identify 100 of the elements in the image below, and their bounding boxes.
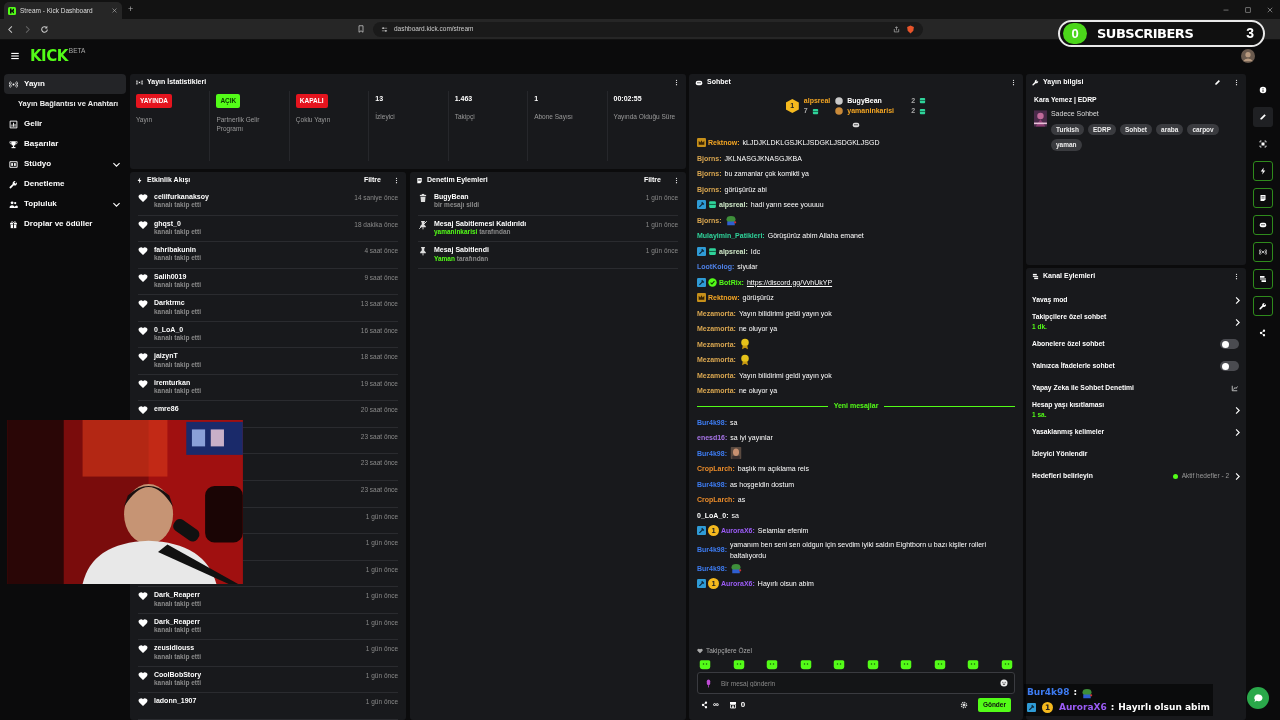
separator-text: : — [1073, 686, 1078, 699]
emote-icon[interactable] — [799, 658, 812, 670]
heart-icon — [138, 617, 148, 628]
edit-icon[interactable] — [1214, 79, 1221, 86]
chart-icon[interactable] — [1231, 384, 1239, 392]
people-icon — [9, 199, 18, 209]
sidebar-item[interactable]: Droplar ve ödüller — [4, 214, 126, 234]
rail-button[interactable] — [1253, 215, 1273, 235]
close-icon[interactable] — [1266, 5, 1274, 14]
heart-icon — [138, 697, 148, 708]
toggle-switch[interactable] — [1220, 361, 1239, 371]
chevron-right-icon[interactable] — [1233, 471, 1242, 481]
sidebar-item[interactable]: Yayın — [4, 74, 126, 94]
bolt-icon — [1259, 167, 1267, 175]
frog-icon — [1081, 686, 1094, 699]
nodes-icon — [1259, 329, 1267, 337]
broadcast-icon — [9, 79, 18, 89]
site-settings-icon[interactable] — [381, 25, 388, 33]
rail-button[interactable] — [1253, 188, 1273, 208]
menu-icon[interactable] — [10, 51, 20, 61]
emote-icon[interactable] — [967, 658, 980, 670]
new-tab-button[interactable]: + — [128, 2, 134, 17]
sidebar-item[interactable]: Topluluk — [4, 194, 126, 214]
info-icon — [1259, 86, 1267, 94]
sidebar-item[interactable]: Denetleme — [4, 174, 126, 194]
moderator-icon — [697, 277, 706, 287]
rail-button[interactable] — [1253, 107, 1273, 127]
rail-button[interactable] — [1253, 242, 1273, 262]
emoji-icon[interactable] — [1000, 679, 1008, 687]
heart-icon — [138, 219, 148, 230]
sidebar-item[interactable]: Stüdyo — [4, 154, 126, 174]
moderator-icon — [697, 200, 706, 210]
emote-icon[interactable] — [699, 658, 711, 670]
edit-icon — [1259, 113, 1267, 121]
gift-icon — [919, 97, 927, 105]
gift-icon — [708, 200, 717, 210]
heart-icon — [138, 644, 148, 655]
collapse-icon[interactable] — [852, 121, 860, 129]
focus-icon — [1259, 140, 1267, 148]
crown-icon — [697, 293, 706, 303]
sidebar-item[interactable]: Başarılar — [4, 134, 126, 154]
studio-icon — [9, 159, 18, 169]
shield-icon[interactable] — [906, 24, 915, 34]
moderator-icon — [697, 579, 706, 589]
sidebar-item[interactable]: Gelir — [4, 114, 126, 134]
status-dot — [1172, 473, 1178, 479]
broadcast-icon — [136, 79, 143, 86]
chevron-right-icon[interactable] — [1233, 427, 1242, 437]
emote-icon[interactable] — [866, 658, 879, 670]
emote-icon[interactable] — [1000, 658, 1013, 670]
bookmark-icon[interactable] — [357, 25, 365, 33]
back-icon[interactable] — [6, 24, 15, 34]
close-icon[interactable] — [111, 7, 118, 14]
more-icon[interactable] — [1233, 79, 1240, 86]
channel-actions-icon — [1259, 275, 1267, 283]
microphone-icon[interactable] — [704, 678, 713, 688]
reload-icon[interactable] — [40, 24, 49, 34]
store-button[interactable]: 0 — [728, 699, 746, 711]
heart-icon — [138, 325, 148, 336]
heart-icon — [138, 352, 148, 363]
rail-button[interactable] — [1253, 296, 1273, 316]
emote-icon[interactable] — [933, 658, 946, 670]
wrench-icon — [9, 179, 18, 189]
logo[interactable]: KICK — [30, 48, 68, 64]
more-icon[interactable] — [673, 79, 680, 86]
broadcast-icon — [1259, 248, 1267, 256]
chevron-right-icon[interactable] — [1233, 405, 1242, 415]
more-icon[interactable] — [393, 177, 400, 184]
heart-icon — [138, 192, 148, 203]
more-icon[interactable] — [1010, 79, 1017, 86]
chevron-right-icon[interactable] — [1233, 317, 1242, 327]
maximize-icon[interactable] — [1244, 5, 1252, 14]
chat-icon — [1259, 221, 1267, 229]
emote-icon[interactable] — [833, 658, 846, 670]
emote-icon[interactable] — [732, 658, 745, 670]
unpin-icon — [418, 219, 428, 230]
share-icon[interactable] — [893, 25, 900, 33]
heart-icon — [138, 246, 148, 257]
note-icon — [1259, 194, 1267, 202]
rail-button[interactable] — [1253, 269, 1273, 289]
points-button[interactable]: ∞ — [701, 699, 719, 711]
avatar[interactable] — [1241, 49, 1255, 63]
chat-icon — [1252, 692, 1264, 704]
wrench-icon — [1032, 79, 1039, 86]
more-icon[interactable] — [1233, 273, 1240, 280]
heart-icon — [138, 299, 148, 310]
more-icon[interactable] — [673, 177, 680, 184]
note-icon — [416, 177, 423, 184]
chevron-right-icon[interactable] — [1233, 295, 1242, 305]
emote-icon[interactable] — [766, 658, 779, 670]
portrait-icon — [729, 447, 742, 460]
trash-icon — [418, 193, 428, 203]
heart-icon — [697, 648, 703, 654]
heart-icon — [138, 670, 148, 681]
emote-icon[interactable] — [900, 658, 913, 670]
moderator-icon — [697, 526, 706, 536]
settings-icon[interactable] — [959, 701, 968, 709]
toggle-switch[interactable] — [1220, 339, 1239, 349]
chat-bubble-button[interactable] — [1247, 687, 1269, 709]
gift-icon — [811, 107, 819, 115]
